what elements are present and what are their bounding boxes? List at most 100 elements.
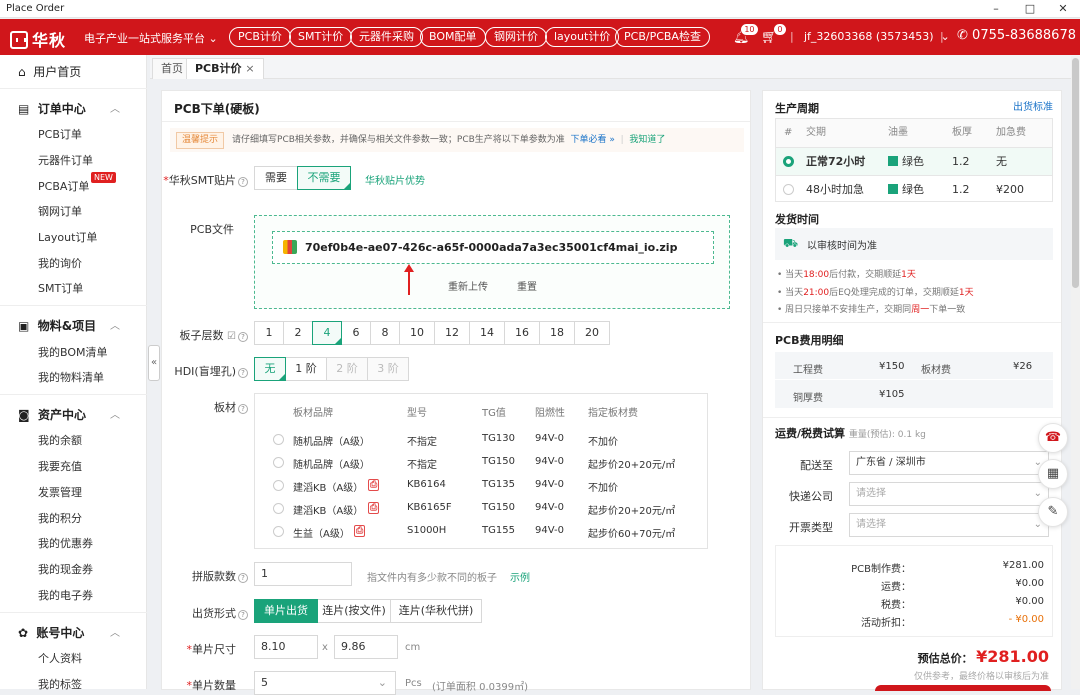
height-input[interactable]: 9.86 <box>334 635 398 659</box>
smt-option-need[interactable]: 需要 <box>254 166 298 190</box>
material-radio[interactable] <box>273 503 284 514</box>
nav-stencil-quote[interactable]: 钢网计价 <box>485 27 547 47</box>
layer-option-10[interactable]: 10 <box>399 321 435 345</box>
sidebar-item-stencil-orders[interactable]: 钢网订单 <box>38 203 82 219</box>
sidebar-item-recharge[interactable]: 我要充值 <box>38 458 82 474</box>
nav-smt-quote[interactable]: SMT计价 <box>289 27 353 47</box>
sidebar-group-materials[interactable]: ▣ 物料&项目 <box>18 317 96 334</box>
panel-count-input[interactable]: 1 <box>254 562 352 586</box>
help-icon[interactable]: ? <box>238 368 248 378</box>
sidebar-item-material-list[interactable]: 我的物料清单 <box>38 369 104 385</box>
nav-bom[interactable]: BOM配单 <box>420 27 486 47</box>
scrollbar-thumb[interactable] <box>1072 58 1079 288</box>
sidebar-item-component-orders[interactable]: 元器件订单 <box>38 152 93 168</box>
sidebar-item-pcb-orders[interactable]: PCB订单 <box>38 126 82 142</box>
pdf-icon[interactable]: ⎙ <box>368 502 380 514</box>
layer-option-2[interactable]: 2 <box>283 321 313 345</box>
sidebar-item-layout-orders[interactable]: Layout订单 <box>38 229 97 245</box>
help-icon[interactable]: ? <box>238 404 248 414</box>
invoice-type-select[interactable]: 请选择 ⌄ <box>849 513 1049 537</box>
width-input[interactable]: 8.10 <box>254 635 318 659</box>
help-icon[interactable]: ? <box>238 332 248 342</box>
edit-icon[interactable]: ☑ <box>227 331 236 342</box>
sidebar-item-bom-list[interactable]: 我的BOM清单 <box>38 344 108 360</box>
material-radio[interactable] <box>273 480 284 491</box>
material-radio[interactable] <box>273 526 284 537</box>
material-radio[interactable] <box>273 457 284 468</box>
layer-option-1[interactable]: 1 <box>254 321 284 345</box>
help-icon[interactable]: ? <box>238 177 248 187</box>
qty-select[interactable]: 5 ⌄ <box>254 671 396 695</box>
sidebar-item-profile[interactable]: 个人资料 <box>38 650 82 666</box>
close-icon[interactable]: × <box>245 62 254 75</box>
layer-option-8[interactable]: 8 <box>370 321 400 345</box>
sidebar-item-inquiries[interactable]: 我的询价 <box>38 255 82 271</box>
hdi-option-none[interactable]: 无 <box>254 357 286 381</box>
nav-pcba-check[interactable]: PCB/PCBA检查 <box>615 27 710 47</box>
reupload-button[interactable]: 重新上传 <box>448 278 488 293</box>
notice-ack-link[interactable]: 我知道了 <box>629 135 665 145</box>
ship-option-panel-file[interactable]: 连片(按文件) <box>317 599 391 623</box>
pdf-icon[interactable]: ⎙ <box>368 479 380 491</box>
cycle-radio[interactable] <box>783 184 794 195</box>
customer-service-icon[interactable]: ☎ <box>1038 423 1068 453</box>
user-menu[interactable]: jf_32603368 (3573453) ⌄ <box>804 30 950 43</box>
sidebar-item-tags[interactable]: 我的标签 <box>38 676 82 692</box>
pdf-icon[interactable]: ⎙ <box>354 525 366 537</box>
layer-option-18[interactable]: 18 <box>539 321 575 345</box>
sidebar-item-coupons[interactable]: 我的优惠券 <box>38 535 93 551</box>
tab-pcb-quote[interactable]: PCB计价 × <box>186 58 264 79</box>
maximize-button[interactable]: □ <box>1013 0 1047 18</box>
help-icon[interactable]: ? <box>238 573 248 583</box>
chevron-up-icon[interactable]: ︿ <box>110 624 120 639</box>
reset-button[interactable]: 重置 <box>517 278 537 293</box>
ship-option-panel-hq[interactable]: 连片(华秋代拼) <box>390 599 482 623</box>
nav-pcb-quote[interactable]: PCB计价 <box>229 27 291 47</box>
sidebar-item-e-coupons[interactable]: 我的电子券 <box>38 587 93 603</box>
hdi-option-1[interactable]: 1 阶 <box>285 357 327 381</box>
smt-option-no-need[interactable]: 不需要 <box>297 166 351 190</box>
ship-to-select[interactable]: 广东省 / 深圳市 ⌄ <box>849 451 1049 475</box>
ship-standard-link[interactable]: 出货标准 <box>1013 98 1053 113</box>
layer-option-20[interactable]: 20 <box>574 321 610 345</box>
sidebar-group-orders[interactable]: ▤ 订单中心 <box>18 100 86 117</box>
cart-icon[interactable]: 🛒︎ 0 <box>761 23 787 45</box>
sidebar-group-assets[interactable]: ◙ 资产中心 <box>18 406 86 423</box>
notice-link[interactable]: 下单必看 » <box>571 135 615 145</box>
sidebar-item-smt-orders[interactable]: SMT订单 <box>38 280 83 296</box>
platform-selector[interactable]: 电子产业一站式服务平台 ⌄ <box>84 30 218 46</box>
feedback-edit-icon[interactable]: ✎ <box>1038 497 1068 527</box>
smt-advantage-link[interactable]: 华秋贴片优势 <box>365 172 425 187</box>
sidebar-item-cash-coupons[interactable]: 我的现金券 <box>38 561 93 577</box>
layer-option-4[interactable]: 4 <box>312 321 342 345</box>
sidebar-item-balance[interactable]: 我的余额 <box>38 432 82 448</box>
qr-code-icon[interactable]: ▦ <box>1038 459 1068 489</box>
submit-order-button[interactable] <box>875 685 1051 691</box>
layer-option-14[interactable]: 14 <box>469 321 505 345</box>
nav-layout-quote[interactable]: layout计价 <box>545 27 620 47</box>
phone-link[interactable]: ✆ 0755-83688678 <box>957 28 1076 43</box>
layer-option-6[interactable]: 6 <box>341 321 371 345</box>
pcb-file-dropzone[interactable]: 70ef0b4e-ae07-426c-a65f-0000ada7a3ec3500… <box>254 215 730 309</box>
bell-icon[interactable]: 🔔︎ 10 <box>733 23 759 45</box>
sidebar-item-invoices[interactable]: 发票管理 <box>38 484 82 500</box>
chevron-up-icon[interactable]: ︿ <box>110 406 120 421</box>
cycle-row-rush[interactable]: 48小时加急 绿色 1.2 ¥200 <box>776 175 1052 203</box>
help-icon[interactable]: ? <box>238 610 248 620</box>
cycle-row-normal[interactable]: 正常72小时 绿色 1.2 无 <box>776 147 1052 175</box>
material-radio[interactable] <box>273 434 284 445</box>
layer-option-12[interactable]: 12 <box>434 321 470 345</box>
page-scrollbar[interactable] <box>1071 56 1080 689</box>
nav-components[interactable]: 元器件采购 <box>350 27 423 47</box>
cycle-radio-selected[interactable] <box>783 156 794 167</box>
sidebar-item-points[interactable]: 我的积分 <box>38 510 82 526</box>
close-window-button[interactable]: ✕ <box>1046 0 1080 18</box>
chevron-up-icon[interactable]: ︿ <box>110 100 120 115</box>
example-link[interactable]: 示例 <box>510 569 530 584</box>
sidebar-group-account[interactable]: ✿ 账号中心 <box>18 624 84 641</box>
sidebar-collapse-button[interactable]: « <box>148 345 160 381</box>
layer-option-16[interactable]: 16 <box>504 321 540 345</box>
sidebar-home[interactable]: ⌂ 用户首页 <box>18 63 81 80</box>
courier-select[interactable]: 请选择 ⌄ <box>849 482 1049 506</box>
ship-option-single[interactable]: 单片出货 <box>254 599 318 623</box>
